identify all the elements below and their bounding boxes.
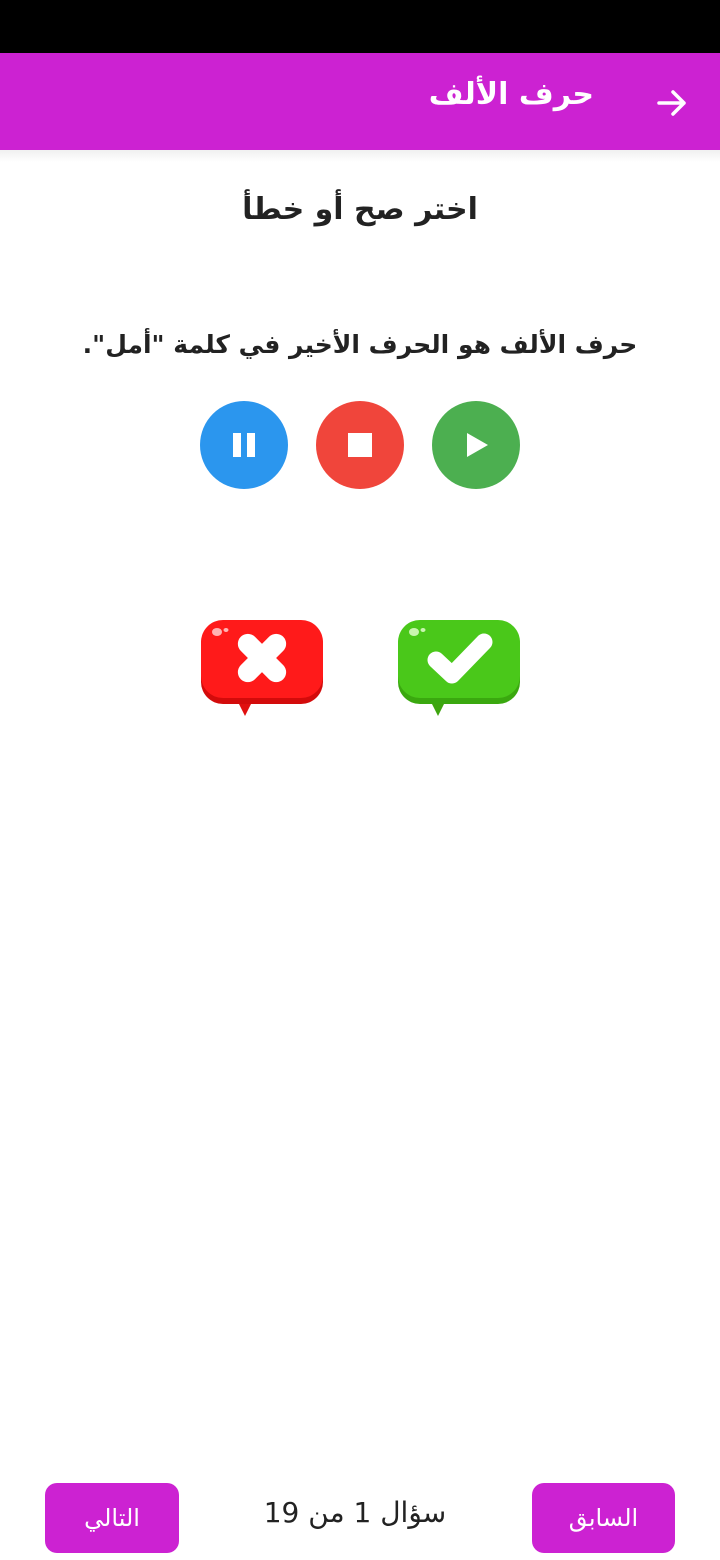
arrow-right-icon xyxy=(657,90,686,116)
pause-icon xyxy=(233,433,255,457)
true-answer-button[interactable] xyxy=(396,618,522,722)
app-bar: حرف الألف xyxy=(0,53,720,150)
page-title: اختر صح أو خطأ xyxy=(242,192,478,227)
pause-button[interactable] xyxy=(200,401,288,489)
back-button[interactable] xyxy=(652,83,692,123)
wrong-x-icon xyxy=(201,620,323,716)
stop-button[interactable] xyxy=(316,401,404,489)
false-answer-button[interactable] xyxy=(199,618,325,722)
stop-icon xyxy=(348,433,372,457)
app-bar-shadow xyxy=(0,150,720,162)
app-title: حرف الألف xyxy=(428,77,594,112)
play-icon xyxy=(467,433,488,457)
correct-check-icon xyxy=(398,620,520,716)
previous-button[interactable]: السابق xyxy=(532,1483,675,1553)
status-bar xyxy=(0,0,720,53)
question-counter: سؤال 1 من 19 xyxy=(263,1496,447,1529)
play-button[interactable] xyxy=(432,401,520,489)
next-button[interactable]: التالي xyxy=(45,1483,179,1553)
question-text: حرف الألف هو الحرف الأخير في كلمة "أمل". xyxy=(82,330,638,359)
